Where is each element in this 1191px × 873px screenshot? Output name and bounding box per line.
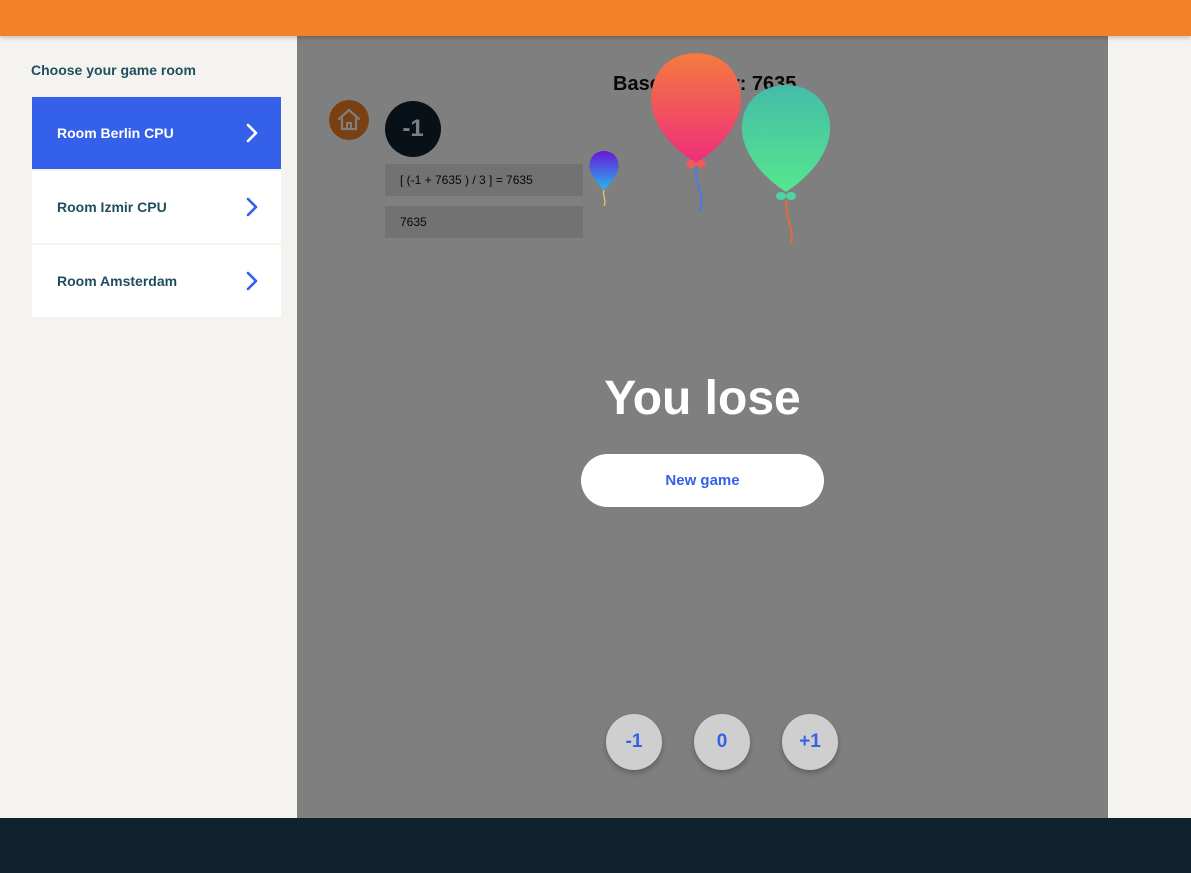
move-zero-button[interactable]: 0	[694, 714, 750, 770]
footer	[0, 818, 1191, 873]
room-label: Room Berlin CPU	[57, 125, 174, 141]
room-item-berlin-cpu[interactable]: Room Berlin CPU	[32, 97, 281, 169]
room-item-izmir-cpu[interactable]: Room Izmir CPU	[32, 171, 281, 243]
room-list: Room Berlin CPU Room Izmir CPU Room Amst…	[32, 97, 281, 319]
game-over-overlay	[297, 36, 1108, 818]
game-area: Base number: 7635 -1 [ (-1 + 7635 ) / 3 …	[297, 36, 1108, 818]
chevron-right-icon	[246, 197, 258, 217]
new-game-button[interactable]: New game	[581, 454, 824, 507]
room-label: Room Amsterdam	[57, 273, 178, 289]
sidebar-title: Choose your game room	[31, 62, 196, 78]
top-bar	[0, 0, 1191, 36]
result-text: You lose	[604, 372, 801, 425]
move-minus-one-button[interactable]: -1	[606, 714, 662, 770]
chevron-right-icon	[246, 271, 258, 291]
chevron-right-icon	[246, 123, 258, 143]
move-plus-one-button[interactable]: +1	[782, 714, 838, 770]
room-label: Room Izmir CPU	[57, 199, 167, 215]
sidebar: Choose your game room Room Berlin CPU Ro…	[0, 36, 297, 818]
room-item-amsterdam[interactable]: Room Amsterdam	[32, 245, 281, 317]
